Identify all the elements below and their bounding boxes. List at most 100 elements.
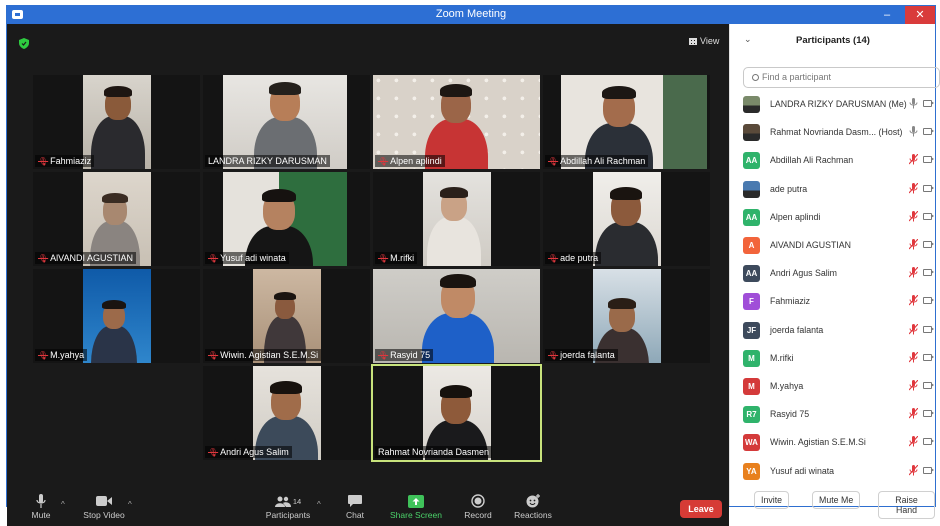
- participant-video: [423, 172, 491, 266]
- invite-label: Invite: [754, 491, 790, 509]
- muted-mic-icon: 🎙︎: [548, 351, 559, 360]
- participant-row[interactable]: F Fahmiaziz: [730, 287, 936, 315]
- participant-row[interactable]: ade putra: [730, 175, 936, 203]
- tile-name-text: Fahmiaziz: [50, 156, 92, 166]
- window-title: Zoom Meeting: [435, 8, 507, 20]
- video-tile[interactable]: LANDRA RIZKY DARUSMAN: [203, 75, 370, 169]
- chat-button[interactable]: Chat: [343, 492, 367, 520]
- tile-name-text: M.yahya: [50, 350, 85, 360]
- encryption-shield-icon[interactable]: [19, 38, 29, 49]
- participant-row[interactable]: M M.rifki: [730, 344, 936, 372]
- hair-shape: [104, 86, 132, 97]
- muted-mic-icon: 🎙︎: [548, 157, 559, 166]
- participant-name: Abdillah Ali Rachman: [770, 155, 854, 166]
- raise-hand-button[interactable]: Raise Hand: [878, 491, 935, 519]
- find-participant-input[interactable]: Find a participant: [743, 67, 940, 88]
- muted-mic-icon: [908, 379, 919, 393]
- participant-row[interactable]: WA Wiwin. Agistian S.E.M.Si: [730, 428, 936, 456]
- video-camera-icon: [96, 496, 112, 506]
- participant-name-label: 🎙︎ AlVANDI AGUSTIAN: [35, 252, 137, 264]
- camera-icon: [923, 212, 934, 220]
- video-tile[interactable]: 🎙︎ Yusuf adi winata: [203, 172, 370, 266]
- shoulders-shape: [426, 217, 482, 266]
- tile-name-text: joerda falanta: [560, 350, 615, 360]
- muted-mic-icon: [908, 238, 919, 252]
- muted-mic-icon: [908, 323, 919, 337]
- video-tile[interactable]: 🎙︎ Rasyid 75: [373, 269, 540, 363]
- mic-icon: [909, 98, 918, 111]
- hair-shape: [602, 86, 636, 100]
- muted-mic-icon: 🎙︎: [208, 448, 219, 457]
- participant-row[interactable]: YA Yusuf adi winata: [730, 457, 936, 485]
- invite-button[interactable]: Invite: [754, 491, 790, 509]
- share-screen-icon: [408, 494, 424, 508]
- leave-meeting-button[interactable]: Leave: [680, 500, 722, 518]
- video-tile[interactable]: 🎙︎ M.rifki: [373, 172, 540, 266]
- video-tile[interactable]: 🎙︎ Wiwin. Agistian S.E.M.Si: [203, 269, 370, 363]
- tile-name-text: Yusuf adi winata: [220, 253, 286, 263]
- stop-video-button[interactable]: Stop Video: [79, 492, 129, 520]
- close-button[interactable]: ✕: [905, 6, 935, 24]
- video-tile[interactable]: 🎙︎ joerda falanta: [543, 269, 710, 363]
- camera-icon: [923, 410, 934, 418]
- tile-name-text: ade putra: [560, 253, 599, 263]
- muted-mic-icon: [908, 464, 919, 478]
- view-button[interactable]: View: [689, 36, 719, 46]
- participant-row[interactable]: M M.yahya: [730, 372, 936, 400]
- video-tile[interactable]: 🎙︎ Andri Agus Salim: [203, 366, 370, 460]
- participant-row[interactable]: AA Andri Agus Salim: [730, 259, 936, 287]
- search-icon: [752, 74, 759, 81]
- mute-button[interactable]: Mute: [29, 492, 53, 520]
- muted-mic-icon: [908, 436, 919, 449]
- muted-mic-icon: [908, 182, 919, 196]
- video-tile[interactable]: 🎙︎ Fahmiaziz: [33, 75, 200, 169]
- video-tile[interactable]: Rahmat Novrianda Dasmen: [371, 364, 542, 462]
- video-tile[interactable]: 🎙︎ M.yahya: [33, 269, 200, 363]
- hair-shape: [440, 187, 468, 198]
- reactions-button[interactable]: Reactions: [513, 492, 553, 520]
- participants-button[interactable]: 14 Participants: [261, 492, 315, 520]
- participant-row[interactable]: Rahmat Novrianda Dasm... (Host): [730, 118, 936, 146]
- muted-mic-icon: 🎙︎: [378, 157, 389, 166]
- participant-row[interactable]: R7 Rasyid 75: [730, 400, 936, 428]
- video-tile[interactable]: 🎙︎ ade putra: [543, 172, 710, 266]
- video-tile[interactable]: 🎙︎ Alpen aplindi: [373, 75, 540, 169]
- view-label: View: [700, 36, 720, 46]
- participant-name: M.yahya: [770, 381, 804, 391]
- participant-row[interactable]: AA Abdillah Ali Rachman: [730, 146, 936, 174]
- participant-avatar: JF: [743, 321, 760, 339]
- camera-icon: [923, 466, 934, 474]
- minimize-button[interactable]: –: [875, 6, 899, 24]
- mic-icon: [909, 126, 918, 139]
- muted-mic-icon: [908, 266, 919, 280]
- chat-label: Chat: [346, 510, 364, 520]
- participant-name-label: 🎙︎ joerda falanta: [545, 349, 618, 361]
- participant-avatar: [743, 124, 760, 142]
- muted-mic-icon: 🎙︎: [548, 254, 559, 263]
- participant-name-label: 🎙︎ Fahmiaziz: [35, 155, 95, 167]
- participant-row[interactable]: A AlVANDI AGUSTIAN: [730, 231, 936, 259]
- participant-row[interactable]: JF joerda falanta: [730, 316, 936, 344]
- video-tile[interactable]: 🎙︎ AlVANDI AGUSTIAN: [33, 172, 200, 266]
- participants-panel: ⌄ Participants (14) Find a participant L…: [729, 24, 940, 519]
- participant-name: ade putra: [770, 183, 808, 194]
- muted-mic-icon: [908, 210, 919, 224]
- tile-name-text: Wiwin. Agistian S.E.M.Si: [220, 350, 319, 360]
- participant-row[interactable]: LANDRA RIZKY DARUSMAN (Me): [730, 90, 936, 118]
- participant-name: Rahmat Novrianda Dasm... (Host): [770, 127, 903, 138]
- audio-options-caret[interactable]: ^: [61, 500, 65, 509]
- video-options-caret[interactable]: ^: [128, 500, 132, 509]
- record-button[interactable]: Record: [463, 492, 493, 520]
- video-tile[interactable]: 🎙︎ Abdillah Ali Rachman: [543, 75, 710, 169]
- participants-options-caret[interactable]: ^: [317, 500, 321, 509]
- hair-shape: [269, 82, 301, 95]
- camera-icon: [923, 100, 934, 107]
- participant-avatar: M: [743, 349, 760, 367]
- participant-avatar: A: [743, 237, 760, 254]
- participant-row[interactable]: AA Alpen aplindi: [730, 203, 936, 231]
- mute-me-button[interactable]: Mute Me: [812, 491, 861, 509]
- share-screen-button[interactable]: Share Screen: [389, 492, 443, 520]
- zoom-window: Zoom Meeting – ❐ ✕ View 🎙︎FahmiazizLANDR…: [6, 5, 940, 526]
- camera-icon: [923, 241, 934, 248]
- participant-avatar: AA: [743, 152, 760, 170]
